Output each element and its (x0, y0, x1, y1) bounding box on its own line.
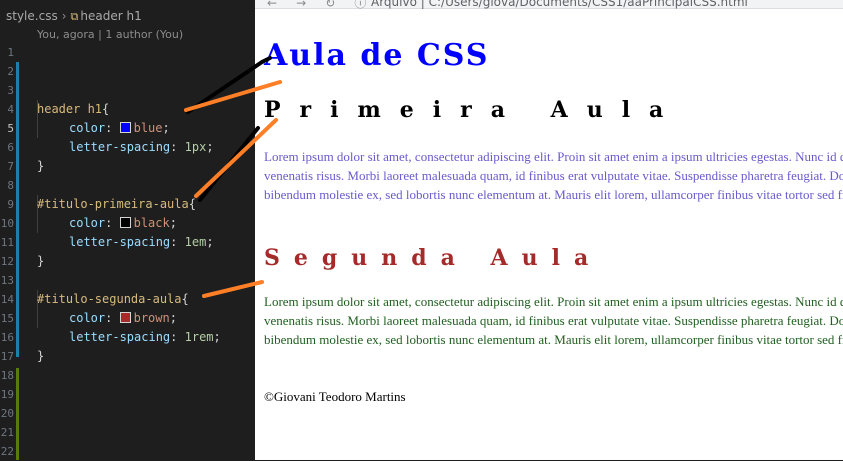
line-number: 14 (0, 293, 14, 306)
line-number: 3 (7, 84, 14, 97)
heading-primeira-aula: Primeira Aula (264, 97, 683, 123)
line-number: 20 (0, 407, 14, 420)
line-number: 5 (7, 122, 14, 135)
symbol-class-icon: ⧉ (70, 10, 79, 23)
line-number: 21 (0, 426, 14, 439)
line-number: 22 (0, 445, 14, 458)
line-number: 15 (0, 312, 14, 325)
line-number: 12 (0, 255, 14, 268)
forward-icon[interactable]: → (296, 0, 306, 10)
back-icon[interactable]: ← (267, 0, 277, 10)
breadcrumb-symbol[interactable]: header h1 (80, 9, 141, 23)
footer-credit: ©Giovani Teodoro Martins (264, 389, 406, 404)
line-number: 8 (7, 179, 14, 192)
line-number: 17 (0, 350, 14, 363)
line-number: 19 (0, 388, 14, 401)
line-number: 11 (0, 236, 14, 249)
paragraph-lorem-2: Lorem ipsum dolor sit amet, consectetur … (264, 294, 843, 347)
page-heading-h1: Aula de CSS (264, 38, 490, 73)
reload-icon[interactable]: ↻ (325, 0, 335, 10)
line-number: 2 (7, 65, 14, 78)
nav-controls: ← → ↻ ⓘ (267, 0, 366, 11)
line-number: 4 (7, 103, 14, 116)
line-number: 9 (7, 198, 14, 211)
line-number: 16 (0, 331, 14, 344)
line-number: 1 (7, 46, 14, 59)
code-editor[interactable]: style.css › ⧉ header h1 You, agora | 1 auth… (0, 0, 255, 460)
chevron-right-icon: › (61, 9, 67, 23)
line-number: 13 (0, 274, 14, 287)
url-text[interactable]: Arquivo | C:/Users/giova/Documents/CSS1/… (371, 0, 748, 9)
line-number: 18 (0, 369, 14, 382)
paragraph-lorem-1: Lorem ipsum dolor sit amet, consectetur … (264, 149, 843, 202)
codelens-blame[interactable]: You, agora | 1 author (You) (37, 28, 183, 41)
line-number: 10 (0, 217, 14, 230)
heading-segunda-aula: Segunda Aula (264, 245, 603, 271)
breadcrumb: style.css › ⧉ header h1 (6, 9, 142, 24)
line-number: 6 (7, 141, 14, 154)
line-number: 7 (7, 160, 14, 173)
info-icon[interactable]: ⓘ (354, 0, 366, 10)
browser-viewport[interactable]: ← → ↻ ⓘ Arquivo | C:/Users/giova/Documen… (255, 0, 843, 460)
breadcrumb-file[interactable]: style.css (6, 9, 58, 23)
